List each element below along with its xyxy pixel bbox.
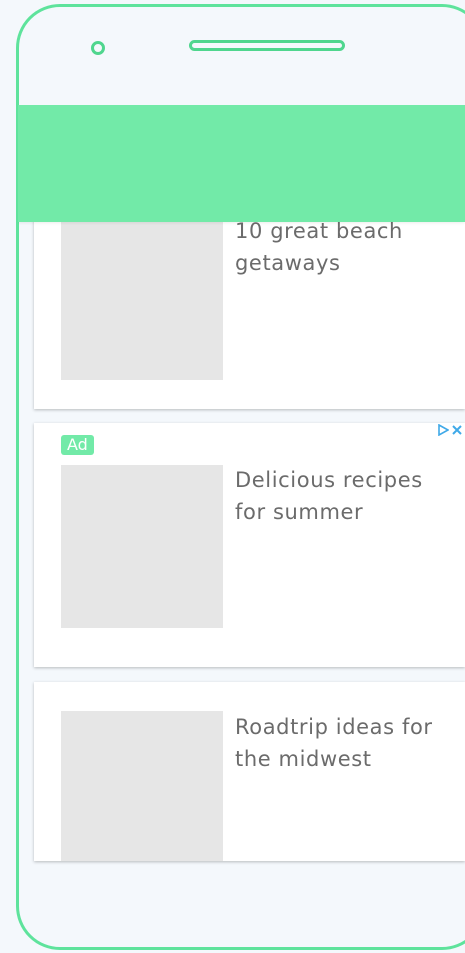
app-screen: 10 great beach getaways Ad Delicious rec… — [18, 105, 465, 895]
speaker-grille — [189, 40, 345, 51]
camera-icon — [91, 41, 105, 55]
adchoices-icon[interactable] — [437, 423, 450, 440]
ad-badge: Ad — [61, 435, 94, 455]
feed-card[interactable]: 10 great beach getaways — [34, 200, 465, 409]
ad-card[interactable]: Ad Delicious recipes for summer — [34, 423, 465, 667]
app-bar — [18, 105, 465, 222]
card-thumbnail — [61, 465, 223, 628]
close-icon[interactable] — [451, 424, 463, 440]
feed-card[interactable]: Roadtrip ideas for the midwest — [34, 682, 465, 861]
card-title: Roadtrip ideas for the midwest — [235, 715, 433, 771]
adchoices[interactable] — [437, 423, 463, 440]
card-thumbnail — [61, 711, 223, 861]
card-thumbnail — [61, 217, 223, 380]
card-title: 10 great beach getaways — [235, 219, 403, 275]
card-title: Delicious recipes for summer — [235, 468, 423, 524]
